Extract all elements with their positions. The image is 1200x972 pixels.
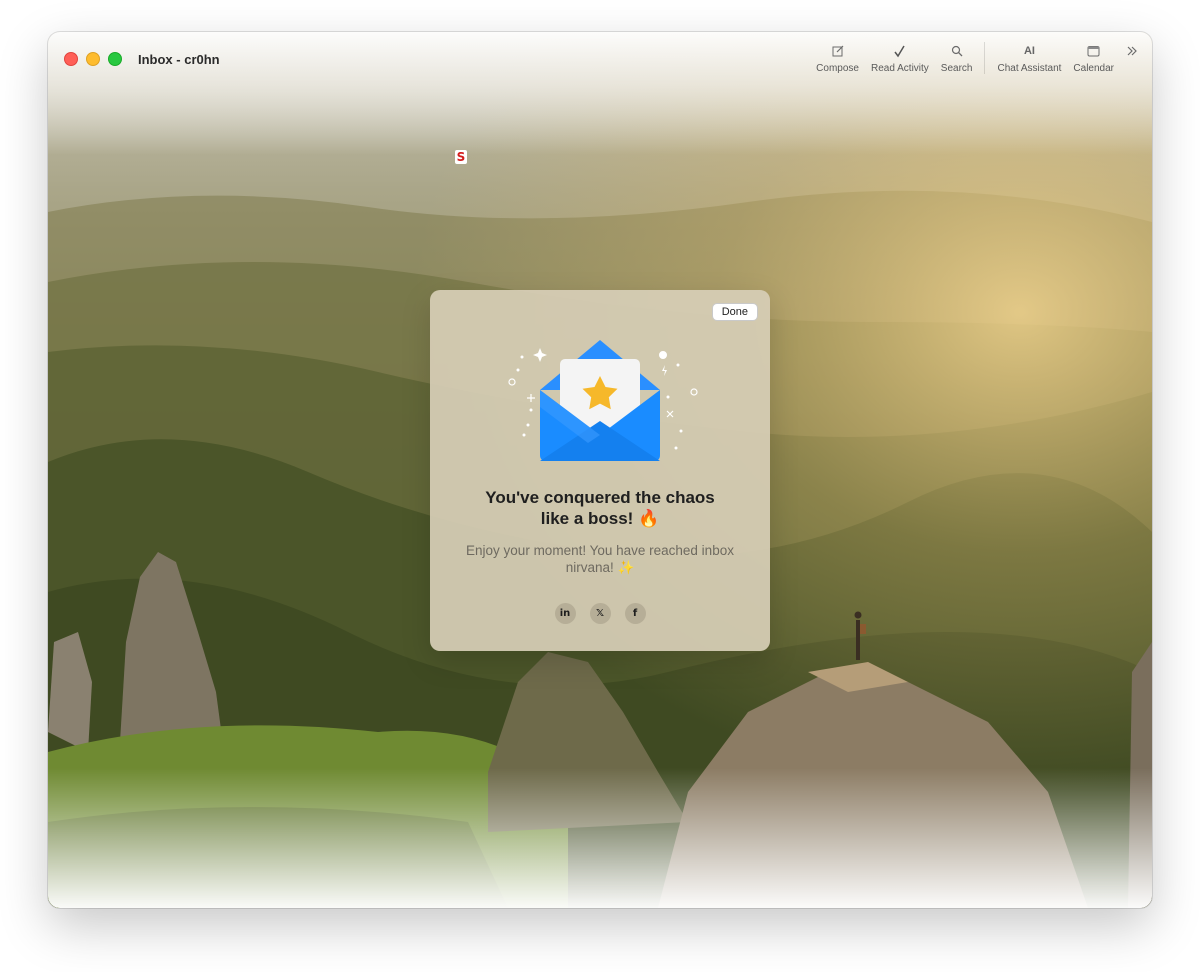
extension-badge[interactable]: S [455,150,467,164]
maximize-window-button[interactable] [108,52,122,66]
dialog-title-line-2: like a boss! 🔥 [540,509,660,528]
toolbar-divider [984,42,986,74]
mail-window: Inbox - cr0hn Compose Read Activity Sear… [48,32,1152,908]
dialog-subtitle-line-2: nirvana! ✨ [565,560,635,575]
done-button[interactable]: Done [711,303,758,321]
toolbar-overflow-button[interactable] [1120,42,1140,60]
share-buttons: in 𝕏 f [430,603,770,624]
facebook-icon: f [632,608,638,619]
dialog-title-line-1: You've conquered the chaos [485,488,715,507]
checkmark-icon [893,42,906,60]
window-controls [64,52,122,66]
read-activity-button[interactable]: Read Activity [865,42,935,74]
window-title: Inbox - cr0hn [138,51,220,67]
compose-label: Compose [816,63,859,74]
facebook-share-button[interactable]: f [624,603,646,624]
chat-assistant-button[interactable]: AI Chat Assistant [991,42,1067,74]
calendar-button[interactable]: Calendar [1067,42,1120,74]
dialog-title: You've conquered the chaos like a boss! … [450,487,750,529]
search-button[interactable]: Search [935,42,979,74]
linkedin-share-button[interactable]: in [554,603,576,624]
calendar-icon [1087,42,1100,60]
calendar-label: Calendar [1073,63,1114,74]
compose-button[interactable]: Compose [810,42,865,74]
search-icon [951,42,963,60]
minimize-window-button[interactable] [86,52,100,66]
x-share-button[interactable]: 𝕏 [589,603,611,624]
x-icon: 𝕏 [595,608,605,619]
close-window-button[interactable] [64,52,78,66]
double-chevron-right-icon [1126,42,1138,60]
compose-icon [832,42,844,60]
linkedin-icon: in [559,608,571,619]
search-label: Search [940,63,973,74]
ai-icon: AI [1024,42,1035,60]
envelope-star-illustration [500,335,700,465]
read-activity-label: Read Activity [870,63,929,74]
dialog-subtitle: Enjoy your moment! You have reached inbo… [450,542,750,576]
ai-glyph: AI [1023,45,1035,57]
inbox-zero-dialog: Done You've conquered the chaos like a b… [430,290,770,651]
dialog-subtitle-line-1: Enjoy your moment! You have reached inbo… [466,543,734,558]
toolbar: Compose Read Activity Search AI Chat Ass… [810,42,1140,74]
chat-assistant-label: Chat Assistant [997,63,1062,74]
